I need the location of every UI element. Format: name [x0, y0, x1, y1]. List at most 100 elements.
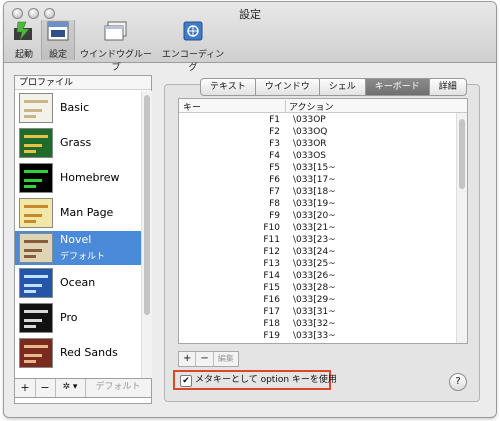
profile-item[interactable]: Grass	[15, 126, 141, 160]
key-edit-bar: + − 編集	[178, 351, 239, 367]
profile-thumbnail	[19, 303, 53, 333]
profile-name: Man Page	[60, 206, 114, 219]
action-cell: \033[25~	[293, 259, 336, 269]
key-cell: F12	[263, 247, 280, 257]
toolbar-encoding[interactable]: エンコーディング	[158, 20, 228, 73]
add-key-button[interactable]: +	[179, 352, 197, 366]
key-cell: F1	[269, 115, 280, 125]
table-header: キー アクション	[179, 99, 467, 113]
profile-thumbnail	[19, 128, 53, 158]
key-cell: F10	[263, 223, 280, 233]
key-cell: F11	[263, 235, 280, 245]
launch-icon	[14, 21, 32, 41]
key-cell: F4	[269, 151, 280, 161]
table-row[interactable]: F4 \033OS	[179, 151, 455, 163]
tab[interactable]: ウインドウ	[256, 79, 320, 95]
window-group-icon	[104, 21, 127, 41]
table-row[interactable]: F12 \033[24~	[179, 247, 455, 259]
action-cell: \033OP	[293, 115, 326, 125]
profile-list-scrollbar[interactable]	[141, 91, 152, 380]
remove-key-button[interactable]: −	[196, 352, 214, 366]
table-row[interactable]: F3 \033OR	[179, 139, 455, 151]
key-mapping-table[interactable]: キー アクション F1 \033OP F2 \033OQ F3 \033OR F4 \033O…	[178, 98, 468, 344]
action-cell: \033[21~	[293, 223, 336, 233]
tab[interactable]: テキスト	[201, 79, 256, 95]
table-row[interactable]: F9 \033[20~	[179, 211, 455, 223]
settings-icon	[47, 21, 69, 41]
action-cell: \033[28~	[293, 283, 336, 293]
toolbar-launch[interactable]: 起動	[10, 20, 38, 60]
table-row[interactable]: F17 \033[31~	[179, 307, 455, 319]
action-column-header[interactable]: アクション	[285, 100, 334, 113]
key-cell: F8	[269, 199, 280, 209]
profile-item[interactable]: Novel デフォルト	[15, 231, 141, 265]
table-row[interactable]: F15 \033[28~	[179, 283, 455, 295]
table-row[interactable]: F11 \033[23~	[179, 235, 455, 247]
profile-item[interactable]: Ocean	[15, 266, 141, 300]
profile-item[interactable]: Homebrew	[15, 161, 141, 195]
table-row[interactable]: F5 \033[15~	[179, 163, 455, 175]
key-cell: F6	[269, 175, 280, 185]
meta-option-highlight: ✔ メタキーとして option キーを使用	[173, 370, 337, 390]
profile-thumbnail	[19, 338, 53, 368]
table-row[interactable]: F6 \033[17~	[179, 175, 455, 187]
table-row[interactable]: F7 \033[18~	[179, 187, 455, 199]
profile-thumbnail	[19, 198, 53, 228]
meta-option-checkbox[interactable]: ✔	[180, 375, 192, 387]
tab[interactable]: 詳細	[430, 79, 466, 95]
action-cell: \033[19~	[293, 199, 336, 209]
add-profile-button[interactable]: +	[15, 379, 36, 397]
table-row[interactable]: F19 \033[33~	[179, 331, 455, 343]
profile-item[interactable]: Man Page	[15, 196, 141, 230]
table-row[interactable]: F16 \033[29~	[179, 295, 455, 307]
profile-gear-menu[interactable]: ✲ ▾	[55, 379, 86, 397]
title-bar: 設定 起動 設定 ウインドウグループ エンコーディング	[4, 2, 496, 73]
action-cell: \033OS	[293, 151, 327, 161]
edit-key-button[interactable]: 編集	[214, 352, 238, 366]
table-row[interactable]: F8 \033[19~	[179, 199, 455, 211]
tab[interactable]: シェル	[320, 79, 366, 95]
action-cell: \033[18~	[293, 187, 336, 197]
toolbar-settings-label: 設定	[48, 50, 67, 60]
profile-list[interactable]: プロファイル Basic Grass Homebrew Man Page Novel デフ…	[14, 75, 152, 404]
toolbar-window-group-label: ウインドウグループ	[79, 50, 152, 73]
profile-list-scroll-thumb[interactable]	[144, 95, 150, 315]
key-table-scroll-thumb[interactable]	[459, 119, 465, 189]
toolbar-encoding-label: エンコーディング	[161, 50, 225, 73]
key-cell: F2	[269, 127, 280, 137]
toolbar-window-group[interactable]: ウインドウグループ	[76, 20, 156, 73]
tab[interactable]: キーボード	[365, 79, 430, 95]
remove-profile-button[interactable]: −	[35, 379, 56, 397]
profile-name: Grass	[60, 136, 92, 149]
action-cell: \033[20~	[293, 211, 336, 221]
profile-name: Novel	[60, 233, 92, 246]
table-row[interactable]: F2 \033OQ	[179, 127, 455, 139]
key-cell: F14	[263, 271, 280, 281]
table-row[interactable]: F18 \033[32~	[179, 319, 455, 331]
profile-name: Red Sands	[60, 346, 118, 359]
table-row[interactable]: F10 \033[21~	[179, 223, 455, 235]
toolbar-settings[interactable]: 設定	[41, 20, 75, 60]
action-cell: \033[17~	[293, 175, 336, 185]
profile-item[interactable]: Basic	[15, 91, 141, 125]
table-row[interactable]: F1 \033OP	[179, 115, 455, 127]
profile-thumbnail	[19, 268, 53, 298]
meta-option-label[interactable]: メタキーとして option キーを使用	[195, 372, 337, 388]
profile-item[interactable]: Red Sands	[15, 336, 141, 370]
table-row[interactable]: F13 \033[25~	[179, 259, 455, 271]
profile-default-label: デフォルト	[60, 252, 106, 262]
profile-thumbnail	[19, 93, 53, 123]
set-default-button[interactable]: デフォルト	[85, 379, 151, 397]
action-cell: \033[15~	[293, 163, 336, 173]
profile-item[interactable]: Pro	[15, 301, 141, 335]
action-cell: \033OQ	[293, 127, 328, 137]
help-button[interactable]: ?	[449, 373, 467, 391]
action-cell: \033[33~	[293, 331, 336, 341]
key-cell: F9	[269, 211, 280, 221]
key-column-header[interactable]: キー	[183, 100, 201, 113]
table-row[interactable]: F14 \033[26~	[179, 271, 455, 283]
key-table-scrollbar[interactable]	[456, 113, 467, 343]
action-cell: \033[31~	[293, 307, 336, 317]
action-cell: \033OR	[293, 139, 327, 149]
profile-name: Ocean	[60, 276, 96, 289]
